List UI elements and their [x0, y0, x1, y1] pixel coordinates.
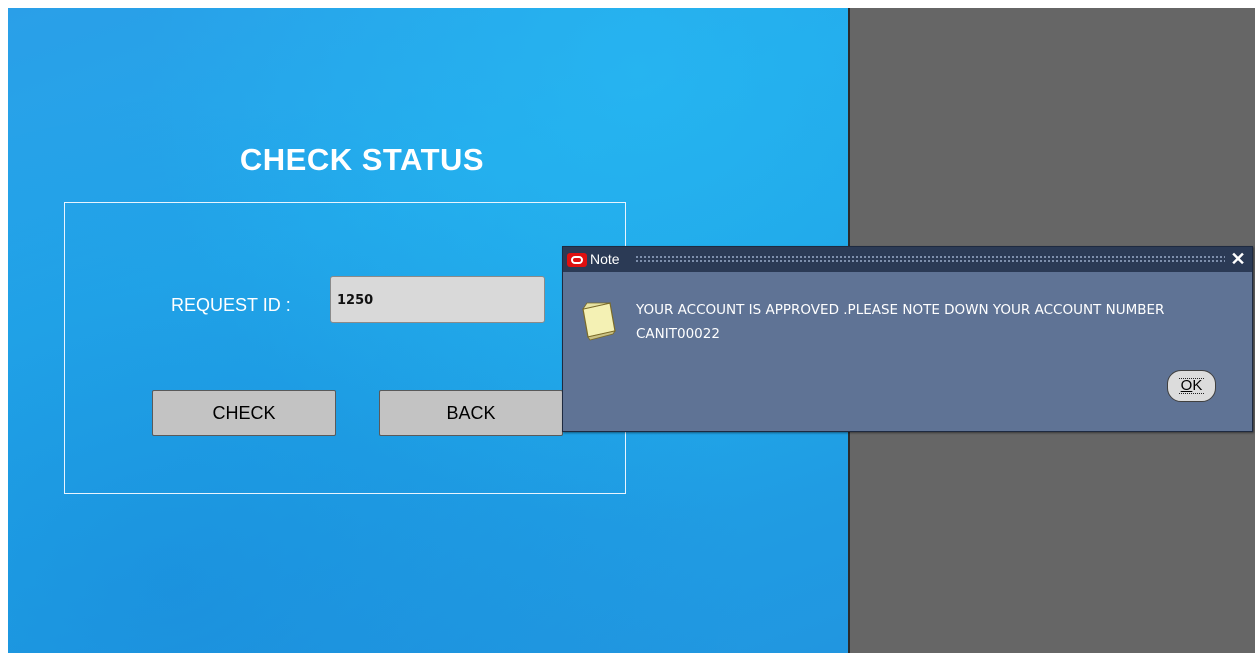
note-icon [582, 302, 616, 341]
close-icon[interactable]: ✕ [1229, 249, 1247, 269]
dialog-title: Note [590, 251, 620, 267]
form-panel [64, 202, 626, 494]
ok-button[interactable]: OK [1167, 370, 1216, 402]
request-id-input[interactable]: 1250 [330, 276, 545, 323]
check-button[interactable]: CHECK [152, 390, 336, 436]
screen: CHECK STATUS REQUEST ID : 1250 CHECK BAC… [0, 0, 1255, 653]
note-dialog: Note ✕ YOUR ACCOUNT IS APPROVED .PLEASE … [562, 246, 1253, 432]
back-button[interactable]: BACK [379, 390, 563, 436]
ok-label: OK [1178, 377, 1205, 394]
request-id-label: REQUEST ID : [171, 295, 291, 315]
dialog-message: YOUR ACCOUNT IS APPROVED .PLEASE NOTE DO… [636, 302, 1165, 342]
ok-mnemonic: O [1180, 377, 1193, 394]
dialog-titlebar[interactable]: Note ✕ [563, 247, 1252, 272]
ok-label-rest: K [1192, 377, 1203, 394]
titlebar-grip [635, 255, 1225, 264]
oracle-icon [567, 253, 587, 267]
page-title: CHECK STATUS [239, 142, 485, 177]
